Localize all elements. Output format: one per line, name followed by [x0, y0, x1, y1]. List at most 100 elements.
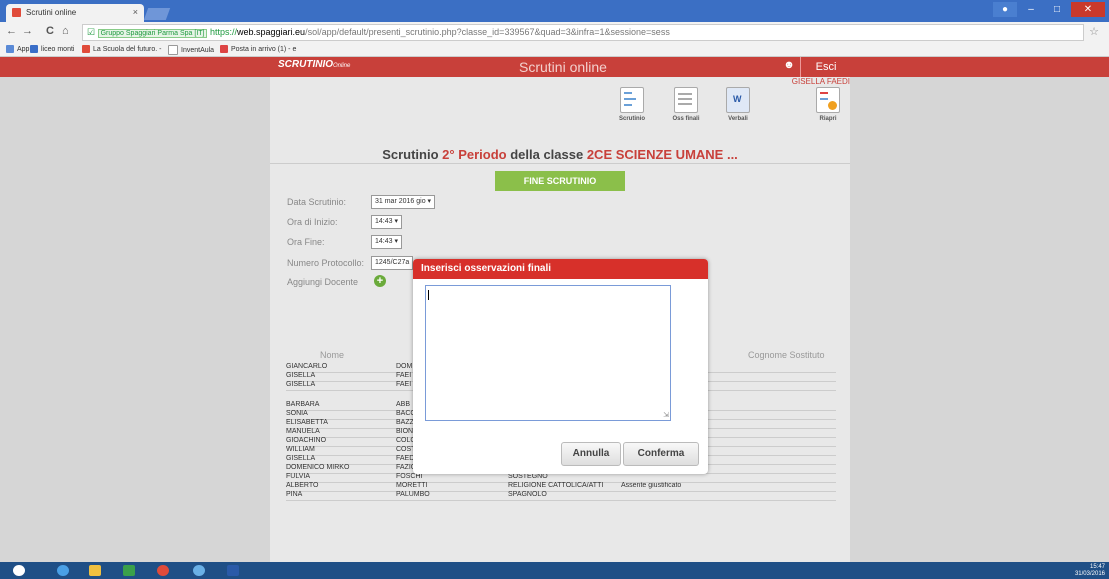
ie-taskbar-button[interactable]	[52, 563, 74, 578]
cell-nome: ALBERTO	[286, 482, 319, 489]
new-tab-button[interactable]	[143, 8, 171, 20]
chrome-icon	[157, 565, 169, 576]
list-icon	[620, 87, 644, 113]
dialog-title: Inserisci osservazioni finali	[413, 259, 708, 279]
forward-icon[interactable]: →	[22, 25, 33, 37]
clock-date: 31/03/2016	[1074, 571, 1105, 577]
url-scheme: https://	[210, 27, 238, 37]
cell-nome: WILLIAM	[286, 446, 315, 453]
page: SCRUTINIOOnline Scrutini online ☻ Esci G…	[0, 57, 1109, 562]
app-title: Scrutini online	[519, 59, 607, 75]
app-riapri[interactable]: Riapri	[808, 87, 848, 122]
minimize-icon[interactable]: –	[1019, 2, 1043, 17]
back-icon[interactable]: ←	[6, 25, 17, 37]
column-header-sostituto: Cognome Sostituto	[748, 350, 825, 360]
maximize-icon[interactable]: □	[1045, 2, 1069, 17]
cancel-button[interactable]: Annulla	[561, 442, 621, 466]
start-button[interactable]	[8, 563, 30, 578]
cell-nome: GIANCARLO	[286, 363, 328, 370]
system-tray[interactable]: 15:47 31/03/2016	[1075, 564, 1105, 578]
gmail-icon	[220, 45, 228, 53]
cell-nome: ELISABETTA	[286, 419, 328, 426]
tab-close-icon[interactable]: ×	[133, 7, 138, 17]
store-icon	[123, 565, 135, 576]
browser-titlebar: Scrutini online × ● – □ ✕	[0, 0, 1109, 22]
cell-cognome: FOSCHI	[396, 473, 423, 480]
aggiungi-docente-label: Aggiungi Docente	[287, 277, 359, 287]
cell-nome: GISELLA	[286, 381, 316, 388]
cell-note: Assente giustificato	[621, 482, 682, 489]
bookmark-icon	[82, 45, 90, 53]
word-taskbar-button[interactable]	[222, 563, 244, 578]
bookmark-scuola[interactable]: La Scuola del futuro. -	[82, 45, 162, 53]
apps-grid-icon	[6, 45, 14, 53]
user-profile-icon[interactable]: ●	[993, 2, 1017, 17]
page-title: Scrutinio 2° Periodo della classe 2CE SC…	[382, 147, 738, 162]
chrome-taskbar-button[interactable]	[152, 563, 174, 578]
ie-icon	[57, 565, 69, 576]
user-icon[interactable]: ☻	[780, 59, 798, 75]
folder-icon	[89, 565, 101, 576]
cell-nome: GISELLA	[286, 455, 316, 462]
cell-nome: MANUELA	[286, 428, 320, 435]
cell-cognome: PALUMBO	[396, 491, 430, 498]
protocollo-input[interactable]: 1245/C27a	[371, 256, 414, 270]
ora-inizio-label: Ora di Inizio:	[287, 217, 338, 227]
address-bar[interactable]: ☑ Gruppo Spaggiari Parma Spa [IT] https:…	[82, 24, 1084, 41]
url-path: /sol/app/default/presenti_scrutinio.php?…	[305, 27, 670, 37]
cell-nome: BARBARA	[286, 401, 320, 408]
cell-nome: SONIA	[286, 410, 308, 417]
bookmark-star-icon[interactable]: ☆	[1089, 25, 1099, 38]
app-oss-finali[interactable]: Oss finali	[666, 87, 706, 122]
cell-nome: GISELLA	[286, 372, 316, 379]
fine-scrutinio-button[interactable]: FINE SCRUTINIO	[495, 171, 625, 191]
store-taskbar-button[interactable]	[118, 563, 140, 578]
word-icon: W	[726, 87, 750, 113]
window-controls: ● – □ ✕	[993, 2, 1105, 18]
table-row: PINA PALUMBO SPAGNOLO	[286, 491, 836, 501]
security-org: Gruppo Spaggiari Parma Spa [IT]	[97, 29, 208, 38]
cell-nome: FULVIA	[286, 473, 310, 480]
reopen-icon	[816, 87, 840, 113]
bookmark-liceo[interactable]: liceo monti	[30, 45, 74, 53]
add-docente-icon[interactable]: +	[374, 275, 386, 287]
bookmark-posta[interactable]: Posta in arrivo (1) - e	[220, 45, 296, 53]
favicon-icon	[12, 8, 21, 17]
confirm-button[interactable]: Conferma	[623, 442, 699, 466]
browser-icon	[193, 565, 205, 576]
browser-taskbar-button[interactable]	[188, 563, 210, 578]
browser-tab[interactable]: Scrutini online ×	[6, 4, 144, 22]
column-header-nome: Nome	[320, 350, 345, 360]
cell-nome: GIOACHINO	[286, 437, 327, 444]
reload-icon[interactable]: C	[46, 25, 54, 37]
cell-cognome: MORETTI	[396, 482, 428, 489]
bookmark-icon	[30, 45, 38, 53]
ora-inizio-select[interactable]: 14:43 ▾	[371, 215, 402, 229]
user-name: GISELLA FAEDI	[791, 77, 850, 86]
lock-icon: ☑	[87, 27, 96, 37]
explorer-taskbar-button[interactable]	[84, 563, 106, 578]
resize-grip-icon[interactable]: ⇲	[663, 411, 669, 419]
cell-materia: SPAGNOLO	[508, 491, 547, 498]
url-domain: web.spaggiari.eu	[237, 27, 306, 37]
document-icon	[674, 87, 698, 113]
app-verbali[interactable]: W Verbali	[718, 87, 758, 122]
logout-button[interactable]: Esci	[800, 57, 851, 77]
data-scrutinio-select[interactable]: 31 mar 2016 gio ▾	[371, 195, 436, 209]
windows-logo-icon	[13, 565, 25, 576]
bookmark-apps[interactable]: App	[6, 45, 29, 53]
app-scrutinio[interactable]: Scrutinio	[612, 87, 652, 122]
bookmark-inventaula[interactable]: InventAula	[168, 45, 214, 55]
app-logo[interactable]: SCRUTINIOOnline	[278, 59, 350, 70]
cell-materia: SOSTEGNO	[508, 473, 548, 480]
home-icon[interactable]: ⌂	[62, 25, 69, 37]
osservazioni-dialog: Inserisci osservazioni finali ⇲ Annulla …	[413, 259, 708, 474]
data-scrutinio-label: Data Scrutinio:	[287, 197, 347, 207]
close-window-icon[interactable]: ✕	[1071, 2, 1105, 17]
word-icon	[227, 565, 239, 576]
text-caret	[428, 290, 429, 300]
windows-taskbar: 15:47 31/03/2016	[0, 562, 1109, 579]
ora-fine-select[interactable]: 14:43 ▾	[371, 235, 402, 249]
osservazioni-textarea[interactable]: ⇲	[425, 285, 671, 421]
page-icon	[168, 45, 178, 55]
